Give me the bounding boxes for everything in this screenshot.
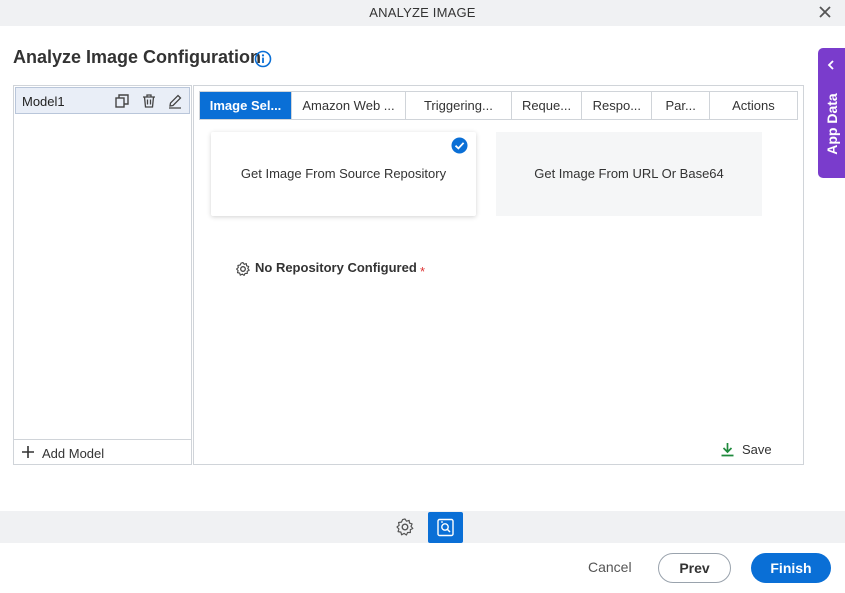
configuration-panel: Image Sel... Amazon Web ... Triggering..… <box>193 85 804 465</box>
analyze-image-button[interactable] <box>428 512 463 543</box>
option-url-or-base64[interactable]: Get Image From URL Or Base64 <box>496 132 762 216</box>
analyze-image-icon <box>437 518 454 537</box>
tab-triggering[interactable]: Triggering... <box>406 92 512 119</box>
tab-request[interactable]: Reque... <box>512 92 583 119</box>
model-item[interactable]: Model1 <box>15 87 190 114</box>
cancel-button[interactable]: Cancel <box>588 559 632 575</box>
page-title: Analyze Image Configuration <box>13 47 262 67</box>
model-item-label: Model1 <box>22 94 65 109</box>
add-model-label: Add Model <box>42 446 105 461</box>
check-circle-icon <box>451 137 468 154</box>
save-button[interactable]: Save <box>720 441 780 459</box>
tab-response[interactable]: Respo... <box>582 92 653 119</box>
finish-button[interactable]: Finish <box>751 553 831 583</box>
repository-label: No Repository Configured <box>255 260 417 275</box>
tab-actions[interactable]: Actions <box>710 92 797 119</box>
footer-toolbar <box>0 511 845 543</box>
close-icon[interactable] <box>817 4 833 20</box>
option-source-repository-label: Get Image From Source Repository <box>240 166 447 181</box>
download-icon <box>721 443 734 457</box>
copy-icon[interactable] <box>114 93 130 109</box>
prev-button[interactable]: Prev <box>658 553 731 583</box>
app-data-tab[interactable]: App Data <box>818 48 845 178</box>
gear-icon <box>236 261 250 276</box>
option-source-repository[interactable]: Get Image From Source Repository <box>211 132 476 216</box>
required-mark: * <box>420 264 426 279</box>
info-icon[interactable] <box>254 50 272 68</box>
add-model-button[interactable]: Add Model <box>14 439 191 464</box>
app-data-label: App Data <box>824 93 840 155</box>
tab-parameters[interactable]: Par... <box>652 92 710 119</box>
window-titlebar: ANALYZE IMAGE <box>0 0 845 26</box>
window-title: ANALYZE IMAGE <box>369 5 476 20</box>
tab-image-selection[interactable]: Image Sel... <box>200 92 293 119</box>
models-panel: Model1 Add Model <box>13 85 192 465</box>
save-label: Save <box>742 442 772 457</box>
plus-icon <box>22 446 34 458</box>
edit-icon[interactable] <box>167 93 183 109</box>
tab-amazon-web-services[interactable]: Amazon Web ... <box>292 92 406 119</box>
delete-icon[interactable] <box>141 93 157 109</box>
option-url-or-base64-label: Get Image From URL Or Base64 <box>534 166 724 181</box>
settings-gear-icon[interactable] <box>395 517 415 537</box>
config-tabs: Image Sel... Amazon Web ... Triggering..… <box>199 91 798 120</box>
chevron-left-icon <box>827 60 834 70</box>
